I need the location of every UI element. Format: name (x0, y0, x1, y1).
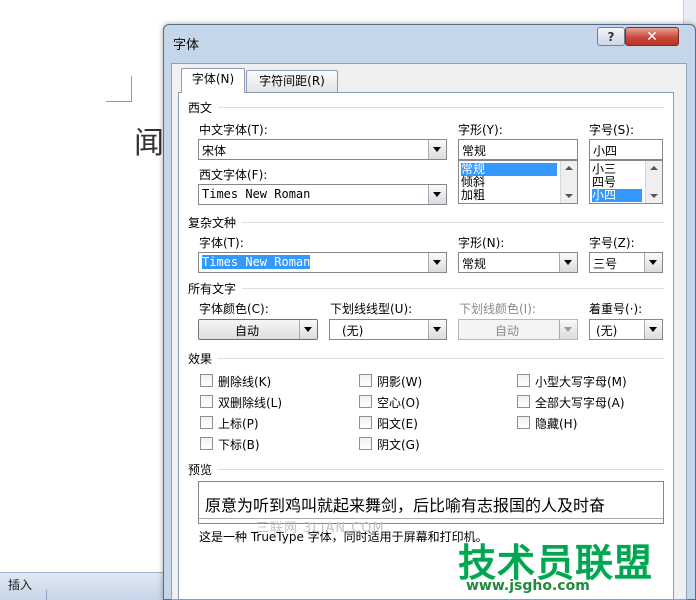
document-text: 闻 (134, 126, 164, 161)
small-caps-label[interactable]: 小型大写字母(M) (535, 373, 627, 390)
style-listbox[interactable]: 常规 倾斜 加粗 (458, 160, 578, 204)
chevron-down-icon[interactable] (299, 320, 317, 339)
chevron-down-icon[interactable] (644, 253, 662, 272)
outline-checkbox[interactable] (359, 395, 372, 408)
close-button[interactable]: ✕ (625, 27, 679, 46)
scroll-down-icon[interactable] (650, 194, 658, 198)
double-strikethrough-label[interactable]: 双删除线(L) (218, 394, 282, 411)
section-divider (218, 469, 664, 470)
chevron-down-icon[interactable] (644, 320, 662, 339)
superscript-checkbox[interactable] (200, 416, 213, 429)
style-value: 常规 (462, 144, 487, 158)
shadow-label[interactable]: 阴影(W) (377, 373, 422, 390)
size-option[interactable]: 小四 (592, 189, 642, 202)
all-caps-checkbox[interactable] (517, 395, 530, 408)
outline-label[interactable]: 空心(O) (377, 394, 420, 411)
underline-color-label: 下划线颜色(I): (459, 302, 536, 316)
underline-style-select[interactable]: (无) (329, 319, 447, 340)
preview-text: 原意为听到鸡叫就起来舞剑，后比喻有志报国的人及时奋 (205, 496, 606, 515)
watermark-url: www.jsgho.com (466, 578, 590, 594)
style-input[interactable]: 常规 (458, 139, 578, 160)
section-divider (218, 107, 664, 108)
chevron-down-icon[interactable] (428, 185, 446, 204)
section-divider (242, 222, 664, 223)
style-option[interactable]: 加粗 (461, 189, 485, 202)
cn-font-value: 宋体 (202, 144, 227, 158)
scroll-down-icon[interactable] (565, 194, 573, 198)
hidden-label[interactable]: 隐藏(H) (535, 415, 577, 432)
underline-color-select: 自动 (458, 319, 578, 340)
complex-font-value: Times New Roman (202, 255, 311, 269)
chevron-down-icon[interactable] (559, 253, 577, 272)
section-divider (242, 288, 664, 289)
style-list-scrollbar[interactable] (560, 161, 577, 203)
size-value: 小四 (593, 144, 618, 158)
complex-font-label: 字体(T): (199, 236, 244, 250)
west-font-select[interactable]: Times New Roman (198, 184, 447, 205)
insert-mode-label[interactable]: 插入 (8, 576, 32, 593)
emphasis-value: (无) (596, 324, 618, 338)
dialog-title: 字体 (173, 38, 200, 53)
complex-style-label: 字形(N): (458, 236, 505, 250)
complex-style-select[interactable]: 常规 (458, 252, 578, 273)
complex-size-label: 字号(Z): (589, 236, 635, 250)
size-input[interactable]: 小四 (589, 139, 663, 160)
font-color-select[interactable]: 自动 (198, 319, 318, 340)
emphasis-label: 着重号(·): (589, 302, 643, 316)
emboss-label[interactable]: 阳文(E) (377, 415, 418, 432)
section-all-text-title: 所有文字 (188, 282, 237, 296)
chevron-down-icon (559, 320, 577, 339)
strikethrough-label[interactable]: 删除线(K) (218, 373, 271, 390)
engrave-label[interactable]: 阴文(G) (377, 436, 420, 453)
chevron-down-icon[interactable] (428, 253, 446, 272)
west-font-label: 西文字体(F): (199, 168, 268, 182)
chevron-down-icon[interactable] (428, 320, 446, 339)
all-caps-label[interactable]: 全部大写字母(A) (535, 394, 625, 411)
page-corner-mark (106, 76, 132, 102)
hidden-checkbox[interactable] (517, 416, 530, 429)
superscript-label[interactable]: 上标(P) (218, 415, 259, 432)
complex-style-value: 常规 (462, 257, 487, 271)
scroll-up-icon[interactable] (650, 166, 658, 170)
west-font-value: Times New Roman (202, 187, 311, 201)
cn-font-select[interactable]: 宋体 (198, 139, 447, 160)
font-color-label: 字体颜色(C): (199, 302, 269, 316)
size-label: 字号(S): (589, 123, 635, 137)
help-button[interactable]: ? (597, 27, 625, 46)
complex-font-select[interactable]: Times New Roman (198, 252, 447, 273)
section-divider (218, 358, 664, 359)
watermark-faint: 三联网 3LIAN.COM (256, 521, 385, 536)
small-caps-checkbox[interactable] (517, 374, 530, 387)
engrave-checkbox[interactable] (359, 437, 372, 450)
status-bar-divider (46, 590, 47, 600)
section-western-title: 西文 (188, 101, 213, 115)
underline-style-value: (无) (342, 324, 364, 338)
complex-size-select[interactable]: 三号 (589, 252, 663, 273)
double-strikethrough-checkbox[interactable] (200, 395, 213, 408)
subscript-label[interactable]: 下标(B) (218, 436, 260, 453)
strikethrough-checkbox[interactable] (200, 374, 213, 387)
scroll-up-icon[interactable] (565, 166, 573, 170)
emboss-checkbox[interactable] (359, 416, 372, 429)
underline-color-value: 自动 (495, 324, 520, 338)
size-list-scrollbar[interactable] (645, 161, 662, 203)
underline-style-label: 下划线线型(U): (330, 302, 413, 316)
shadow-checkbox[interactable] (359, 374, 372, 387)
font-color-value: 自动 (235, 324, 260, 338)
section-preview-title: 预览 (188, 463, 213, 477)
cn-font-label: 中文字体(T): (199, 123, 268, 137)
subscript-checkbox[interactable] (200, 437, 213, 450)
section-complex-title: 复杂文种 (188, 216, 237, 230)
tab-font[interactable]: 字体(N) (181, 68, 245, 93)
tab-character-spacing[interactable]: 字符间距(R) (246, 70, 338, 92)
chevron-down-icon[interactable] (428, 140, 446, 159)
complex-size-value: 三号 (593, 257, 618, 271)
style-label: 字形(Y): (458, 123, 503, 137)
emphasis-select[interactable]: (无) (589, 319, 663, 340)
section-effects-title: 效果 (188, 352, 213, 366)
size-listbox[interactable]: 小三 四号 小四 (589, 160, 663, 204)
